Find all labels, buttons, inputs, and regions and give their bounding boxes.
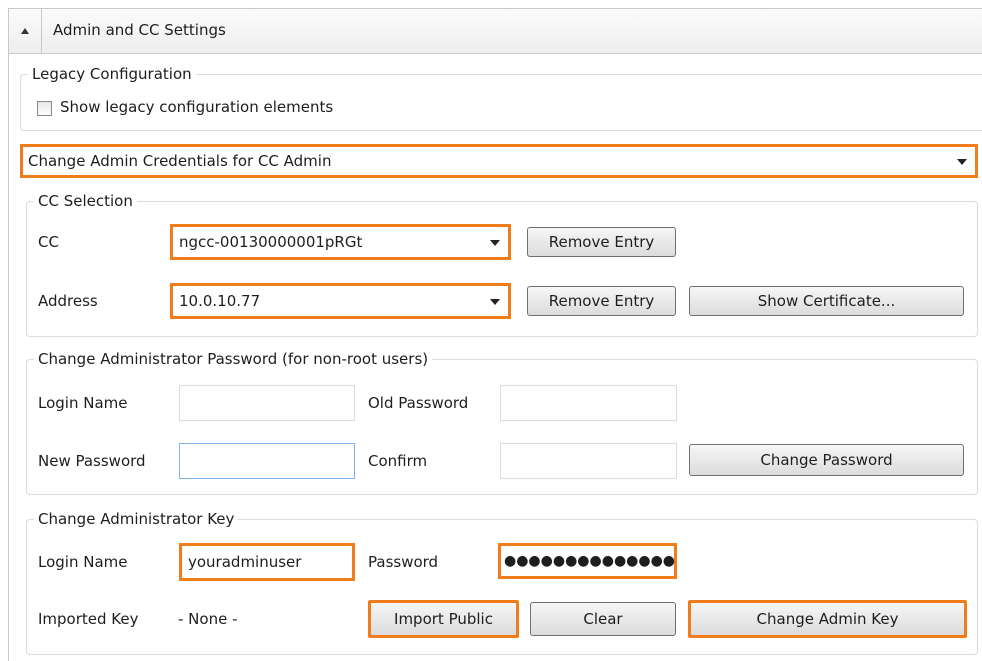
new-password-label: New Password [38, 452, 146, 470]
old-password-input[interactable] [500, 385, 677, 421]
confirm-password-input[interactable] [500, 443, 677, 479]
mode-select[interactable]: Change Admin Credentials for CC Admin [20, 144, 978, 178]
cc-select[interactable]: ngcc-00130000001pRGt [170, 224, 511, 260]
address-select[interactable]: 10.0.10.77 [170, 283, 511, 319]
pw-login-name-label: Login Name [38, 394, 128, 412]
change-admin-key-button[interactable]: Change Admin Key [688, 600, 967, 638]
address-remove-entry-button[interactable]: Remove Entry [527, 286, 676, 316]
panel-left-border [8, 8, 9, 661]
imported-key-label: Imported Key [38, 610, 139, 628]
section-header[interactable]: Admin and CC Settings [8, 8, 982, 54]
confirm-label: Confirm [368, 452, 428, 470]
change-password-button[interactable]: Change Password [689, 444, 964, 476]
key-password-input[interactable]: ●●●●●●●●●●●●●● [498, 543, 677, 579]
change-password-legend: Change Administrator Password (for non-r… [34, 350, 433, 368]
chevron-down-icon [490, 299, 500, 305]
clear-button[interactable]: Clear [530, 602, 676, 636]
legacy-checkbox-label[interactable]: Show legacy configuration elements [60, 98, 333, 116]
key-login-name-label: Login Name [38, 553, 128, 571]
cc-remove-entry-button[interactable]: Remove Entry [527, 227, 676, 257]
change-key-legend: Change Administrator Key [34, 510, 239, 528]
key-password-label: Password [368, 553, 439, 571]
collapse-button[interactable] [9, 9, 42, 53]
address-select-value: 10.0.10.77 [179, 292, 261, 310]
cc-selection-legend: CC Selection [34, 192, 137, 210]
section-title: Admin and CC Settings [53, 21, 226, 39]
cc-label: CC [38, 233, 59, 251]
new-password-input[interactable] [179, 443, 355, 479]
legacy-checkbox[interactable] [37, 101, 52, 116]
chevron-down-icon [957, 159, 967, 165]
show-certificate-button[interactable]: Show Certificate... [689, 286, 964, 316]
key-password-value: ●●●●●●●●●●●●●● [504, 553, 676, 569]
cc-select-value: ngcc-00130000001pRGt [179, 233, 363, 251]
imported-key-value: - None - [178, 610, 238, 628]
pw-login-name-input[interactable] [179, 385, 355, 421]
import-public-button[interactable]: Import Public [368, 600, 519, 638]
old-password-label: Old Password [368, 394, 469, 412]
mode-select-value: Change Admin Credentials for CC Admin [28, 152, 332, 170]
chevron-down-icon [490, 240, 500, 246]
key-login-name-input[interactable]: youradminuser [179, 543, 355, 581]
legacy-config-legend: Legacy Configuration [28, 65, 196, 83]
key-login-name-value: youradminuser [188, 553, 302, 571]
address-label: Address [38, 292, 98, 310]
triangle-up-icon [21, 28, 29, 34]
